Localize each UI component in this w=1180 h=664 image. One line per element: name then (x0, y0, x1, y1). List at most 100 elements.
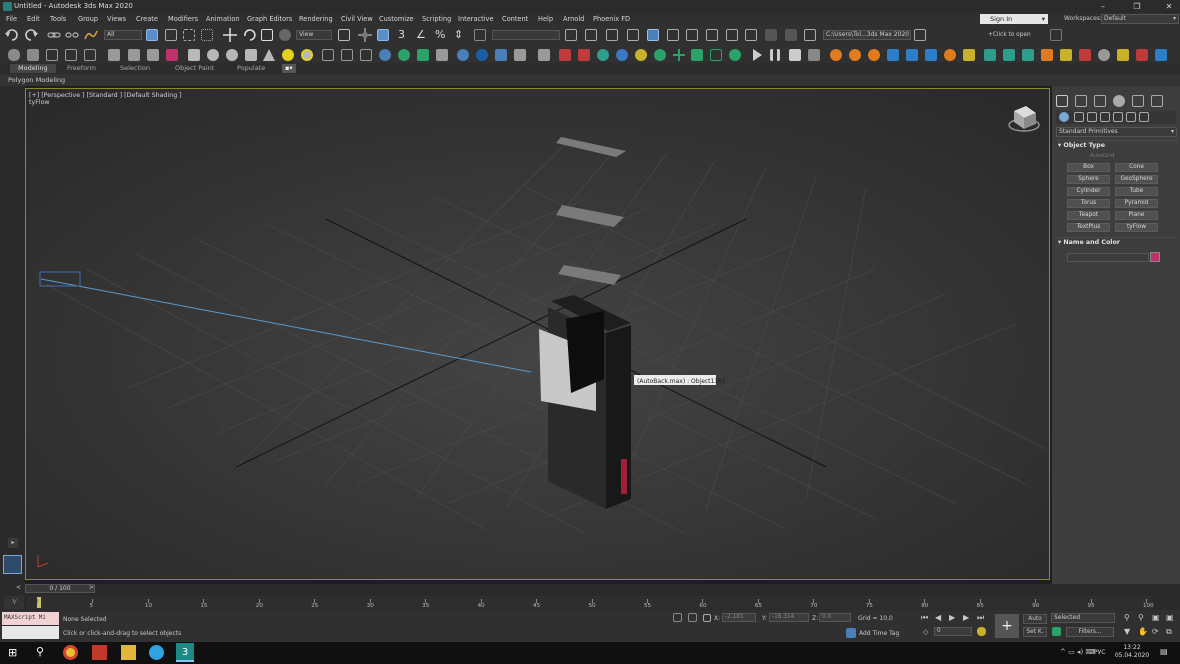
set-key-icon[interactable]: + (995, 614, 1019, 638)
auto-key-button[interactable]: Auto (1023, 614, 1047, 624)
light-icon[interactable] (282, 49, 294, 61)
menu-graph-editors[interactable]: Graph Editors (247, 13, 292, 25)
bind-space-warp-icon[interactable] (84, 29, 98, 41)
space-warps-icon[interactable] (1126, 112, 1136, 122)
menu-create[interactable]: Create (136, 13, 158, 25)
pan-icon[interactable]: ✋ (1138, 627, 1148, 636)
shapes-icon[interactable] (1074, 112, 1084, 122)
fire-icon-3[interactable] (868, 49, 880, 61)
select-object-icon[interactable] (146, 29, 158, 41)
cylinder-button[interactable]: Cylinder (1067, 187, 1110, 196)
time-config-icon[interactable] (977, 627, 986, 636)
curve-editor-icon[interactable] (667, 29, 679, 41)
toolbar-icon-9[interactable] (166, 49, 178, 61)
prev-frame-icon[interactable]: < (16, 584, 21, 591)
play-icon[interactable] (751, 49, 763, 61)
menu-rendering[interactable]: Rendering (299, 13, 333, 25)
pivot-center-icon[interactable] (338, 29, 350, 41)
expand-arrow-icon[interactable]: ▸ (8, 538, 18, 548)
undo-icon[interactable] (5, 29, 19, 41)
snaps-toggle-icon[interactable]: 3 (398, 28, 405, 41)
toolbar-icon-38[interactable] (729, 49, 741, 61)
hierarchy-tab-icon[interactable] (1094, 95, 1106, 107)
toolbar-icon-52[interactable] (1003, 49, 1015, 61)
toolbar-icon-3[interactable] (46, 49, 58, 61)
file-explorer-icon[interactable] (121, 645, 136, 660)
project-icon[interactable] (914, 29, 926, 41)
spinner-snap-icon[interactable]: ⇕ (454, 28, 463, 41)
toolbar-icon-25[interactable] (476, 49, 488, 61)
pyramid-button[interactable]: Pyramid (1115, 199, 1158, 208)
fire-icon[interactable] (830, 49, 842, 61)
rendered-frame-window-icon[interactable] (745, 29, 757, 41)
toolbar-icon-8[interactable] (147, 49, 159, 61)
object-color-swatch[interactable] (1150, 252, 1160, 262)
liquid-icon[interactable] (887, 49, 899, 61)
plane-button[interactable]: Plane (1115, 211, 1158, 220)
set-key-filters-icon[interactable] (1052, 627, 1061, 636)
track-bar-toggle[interactable]: ⅟ (4, 596, 24, 609)
render-production-icon[interactable] (765, 29, 777, 41)
redo-icon[interactable] (24, 29, 38, 41)
toolbar-icon-58[interactable] (1117, 49, 1129, 61)
previous-key-icon[interactable]: ◀ (935, 613, 941, 622)
cylinder-primitive-icon[interactable] (245, 49, 257, 61)
liquid-icon-3[interactable] (925, 49, 937, 61)
geometry-icon[interactable] (1059, 112, 1069, 122)
tab-populate[interactable]: Populate (237, 64, 265, 73)
tyflow-button[interactable]: tyFlow (1115, 223, 1158, 232)
select-manipulate-icon[interactable] (358, 28, 372, 42)
create-tab-icon[interactable] (1056, 95, 1068, 107)
toolbar-icon-55[interactable] (1060, 49, 1072, 61)
menu-phoenix-fd[interactable]: Phoenix FD (593, 13, 630, 25)
autogrid-checkbox[interactable]: AutoGrid (1090, 153, 1114, 159)
menu-scripting[interactable]: Scripting (422, 13, 451, 25)
systems-icon[interactable] (1139, 112, 1149, 122)
toolbar-icon-31[interactable] (597, 49, 609, 61)
toolbar-icon-34[interactable] (654, 49, 666, 61)
toolbar-icon-32[interactable] (616, 49, 628, 61)
rotate-icon[interactable] (242, 28, 256, 42)
rectangular-selection-icon[interactable] (183, 29, 195, 41)
toolbar-icon-18[interactable] (341, 49, 353, 61)
liquid-icon-2[interactable] (906, 49, 918, 61)
object-type-header[interactable]: ▾ Object Type (1058, 142, 1105, 149)
toolbar-icon-5[interactable] (84, 49, 96, 61)
textplus-button[interactable]: TextPlus (1067, 223, 1110, 232)
utilities-tab-icon[interactable] (1151, 95, 1163, 107)
link-icon[interactable] (47, 29, 61, 41)
toolbar-icon-53[interactable] (1022, 49, 1034, 61)
menu-views[interactable]: Views (107, 13, 126, 25)
go-to-end-icon[interactable]: ⏭ (977, 613, 984, 623)
layer-explorer-icon[interactable] (627, 29, 639, 41)
geosphere-primitive-icon[interactable] (226, 49, 238, 61)
windows-start-icon[interactable]: ⊞ (8, 646, 17, 659)
fire-icon-4[interactable] (944, 49, 956, 61)
zoom-icon[interactable]: ⚲ (1124, 613, 1130, 622)
toolbar-icon-20[interactable] (379, 49, 391, 61)
lights-icon[interactable] (1087, 112, 1097, 122)
tab-modeling[interactable]: Modeling (10, 64, 56, 73)
menu-civil-view[interactable]: Civil View (341, 13, 373, 25)
motion-tab-icon[interactable] (1113, 95, 1125, 107)
notifications-icon[interactable]: ▤ (1160, 647, 1168, 656)
menu-arnold[interactable]: Arnold (563, 13, 584, 25)
toolbar-icon-19[interactable] (360, 49, 372, 61)
box-button[interactable]: Box (1067, 163, 1110, 172)
viewport-layout-icon[interactable] (3, 555, 22, 574)
toolbar-icon-4[interactable] (65, 49, 77, 61)
geosphere-button[interactable]: GeoSphere (1115, 175, 1158, 184)
go-to-start-icon[interactable]: ⏮ (921, 613, 928, 623)
ribbon-options-icon[interactable]: ▪▾ (282, 64, 296, 73)
fire-icon-2[interactable] (849, 49, 861, 61)
toolbar-icon-59[interactable] (1136, 49, 1148, 61)
helpers-icon[interactable] (1113, 112, 1123, 122)
menu-tools[interactable]: Tools (50, 13, 66, 25)
cone-primitive-icon[interactable] (263, 49, 275, 61)
reference-coordinate-dropdown[interactable]: View (296, 30, 332, 40)
unlink-icon[interactable] (65, 29, 79, 41)
pause-icon[interactable] (770, 49, 780, 61)
toolbar-icon-6[interactable] (108, 49, 120, 61)
toolbar-icon-24[interactable] (457, 49, 469, 61)
toolbar-icon-28[interactable] (538, 49, 550, 61)
